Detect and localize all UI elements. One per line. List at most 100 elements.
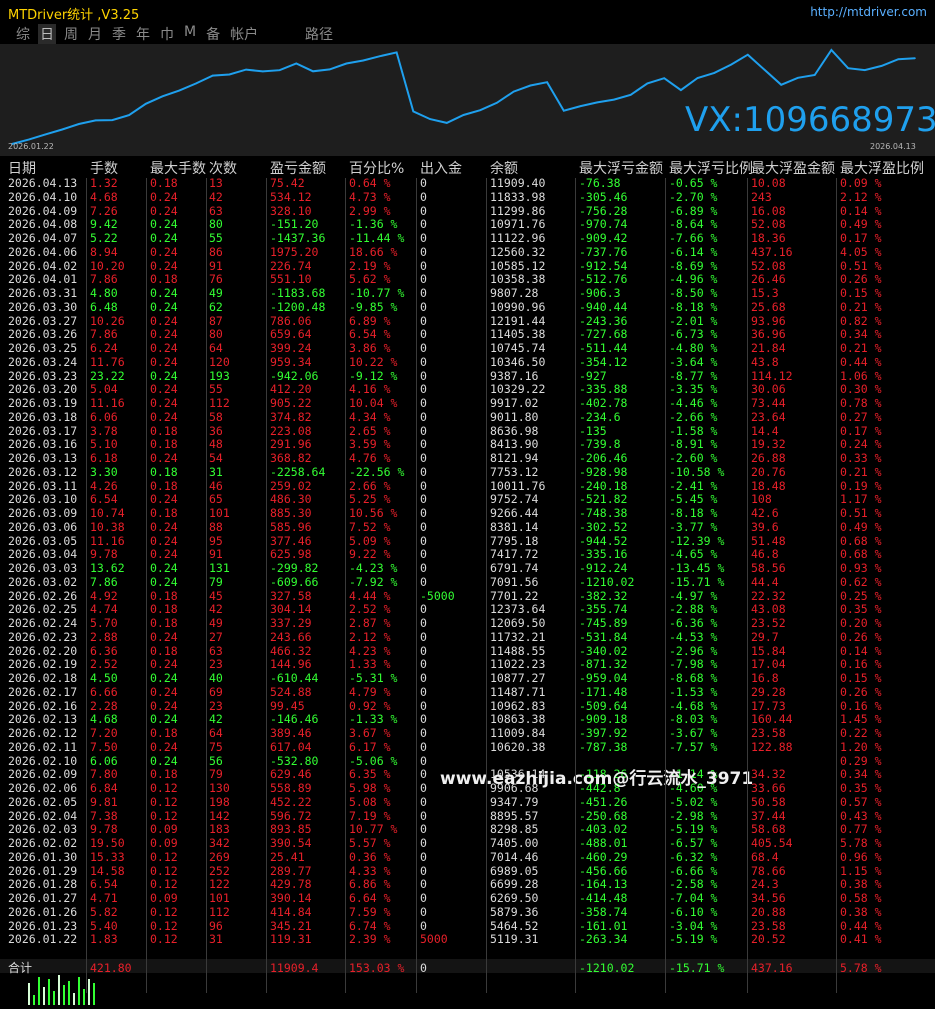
table-row[interactable]: 2026.03.03 13.62 0.24 131 -299.82 -4.23 % 0 679… <box>0 561 935 576</box>
table-row[interactable]: 2026.03.26 7.86 0.24 80 659.64 6.54 % 0 11405.3… <box>0 327 935 342</box>
table-cell: 42 <box>209 712 223 727</box>
table-row[interactable]: 2026.04.06 8.94 0.24 86 1975.20 18.66 % 0 12560… <box>0 245 935 260</box>
col-header[interactable]: 盈亏金额 <box>270 158 326 178</box>
tab-8[interactable]: 备 <box>204 24 222 44</box>
table-cell: 10990.96 <box>490 299 546 314</box>
table-cell: 289.77 <box>270 863 312 878</box>
table-row[interactable]: 2026.03.17 3.78 0.18 36 223.08 2.65 % 0 8636.98… <box>0 424 935 439</box>
table-row[interactable]: 2026.03.13 6.18 0.24 54 368.82 4.76 % 0 8121.94… <box>0 451 935 466</box>
table-row[interactable]: 2026.02.19 2.52 0.24 23 144.96 1.33 % 0 11022.2… <box>0 657 935 672</box>
table-row[interactable]: 2026.02.02 19.50 0.09 342 390.54 5.57 % 0 7405.… <box>0 836 935 851</box>
table-row[interactable]: 2026.03.25 6.24 0.24 64 399.24 3.86 % 0 10745.7… <box>0 341 935 356</box>
table-row[interactable]: 2026.03.11 4.26 0.18 46 259.02 2.66 % 0 10011.7… <box>0 478 935 494</box>
table-row[interactable]: 2026.02.04 7.38 0.12 142 596.72 7.19 % 0 8895.5… <box>0 809 935 824</box>
col-header[interactable]: 最大浮亏比例 <box>669 158 753 178</box>
table-row[interactable]: 2026.03.27 10.26 0.24 87 786.06 6.89 % 0 12191.… <box>0 314 935 329</box>
table-row[interactable]: 2026.04.09 7.26 0.24 63 328.10 2.99 % 0 11299.8… <box>0 204 935 219</box>
tab-2[interactable]: 周 <box>62 24 80 44</box>
col-header[interactable]: 最大浮盈比例 <box>840 158 924 178</box>
table-cell: 56 <box>209 753 223 768</box>
table-row[interactable]: 2026.04.08 9.42 0.24 80 -151.20 -1.36 % 0 10971… <box>0 217 935 232</box>
col-header[interactable]: 余额 <box>490 158 518 178</box>
table-cell: 0.24 <box>150 671 178 685</box>
table-row[interactable]: 2026.02.16 2.28 0.24 23 99.45 0.92 % 0 10962.83… <box>0 698 935 714</box>
table-row[interactable]: 2026.03.02 7.86 0.24 79 -609.66 -7.92 % 0 7091.… <box>0 575 935 590</box>
table-row[interactable]: 2026.01.27 4.71 0.09 101 390.14 6.64 % 0 6269.5… <box>0 891 935 906</box>
col-header[interactable]: 最大浮亏金额 <box>579 158 663 178</box>
col-header[interactable]: 次数 <box>209 158 237 178</box>
table-row[interactable]: 2026.02.13 4.68 0.24 42 -146.46 -1.33 % 0 10863… <box>0 712 935 727</box>
table-cell: 1.33 % <box>349 657 391 672</box>
table-cell: 5119.31 <box>490 932 539 947</box>
table-row[interactable]: 2026.03.30 6.48 0.24 62 -1200.48 -9.85 % 0 1099… <box>0 299 935 315</box>
table-cell: 0 <box>420 327 427 342</box>
col-header[interactable]: 日期 <box>8 158 36 178</box>
table-row[interactable]: 2026.03.09 10.74 0.18 101 885.30 10.56 % 0 9266… <box>0 506 935 521</box>
table-row[interactable]: 2026.02.26 4.92 0.18 45 327.58 4.44 % -5000 770… <box>0 589 935 604</box>
table-row[interactable]: 2026.03.12 3.30 0.18 31 -2258.64 -22.56 % 0 775… <box>0 464 935 480</box>
table-row[interactable]: 2026.02.03 9.78 0.09 183 893.85 10.77 % 0 8298.… <box>0 822 935 837</box>
table-row[interactable]: 2026.01.30 15.33 0.12 269 25.41 0.36 % 0 7014.4… <box>0 849 935 865</box>
table-cell: 0.18 <box>150 437 178 452</box>
table-row[interactable]: 2026.03.23 23.22 0.24 193 -942.06 -9.12 % 0 938… <box>0 369 935 384</box>
table-cell: -240.18 <box>579 478 628 493</box>
tab-4[interactable]: 季 <box>110 24 128 44</box>
website-link[interactable]: http://mtdriver.com <box>810 5 927 19</box>
table-row[interactable]: 2026.02.12 7.20 0.18 64 389.46 3.67 % 0 11009.8… <box>0 726 935 741</box>
col-header[interactable]: 最大浮盈金额 <box>751 158 835 178</box>
tab-0[interactable]: 综 <box>14 24 32 44</box>
table-row[interactable]: 2026.02.05 9.81 0.12 198 452.22 5.08 % 0 9347.7… <box>0 795 935 810</box>
table-row[interactable]: 2026.03.31 4.80 0.24 49 -1183.68 -10.77 % 0 980… <box>0 286 935 301</box>
table-row[interactable]: 2026.03.18 6.06 0.24 58 374.82 4.34 % 0 9011.80… <box>0 410 935 425</box>
tab-6[interactable]: 巾 <box>158 24 176 44</box>
table-row[interactable]: 2026.03.05 11.16 0.24 95 377.46 5.09 % 0 7795.1… <box>0 534 935 549</box>
table-cell: 269 <box>209 849 230 864</box>
table-row[interactable]: 2026.01.23 5.40 0.12 96 345.21 6.74 % 0 5464.52… <box>0 918 935 934</box>
col-header[interactable]: 最大手数 <box>150 158 206 178</box>
column-divider <box>486 178 487 993</box>
table-row[interactable]: 2026.04.01 7.86 0.18 76 551.10 5.62 % 0 10358.3… <box>0 272 935 287</box>
table-cell: 7.59 % <box>349 904 391 919</box>
table-row[interactable]: 2026.04.13 1.32 0.18 13 75.42 0.64 % 0 11909.40… <box>0 176 935 191</box>
table-row[interactable]: 2026.03.06 10.38 0.24 88 585.96 7.52 % 0 8381.1… <box>0 520 935 535</box>
table-row[interactable]: 2026.03.24 11.76 0.24 120 959.34 10.22 % 0 1034… <box>0 355 935 370</box>
table-cell: -4.68 % <box>669 698 718 713</box>
table-row[interactable]: 2026.02.25 4.74 0.18 42 304.14 2.52 % 0 12373.6… <box>0 602 935 617</box>
table-cell: 0 <box>420 258 427 273</box>
tab-7[interactable]: M <box>182 24 198 44</box>
table-row[interactable]: 2026.02.17 6.66 0.24 69 524.88 4.79 % 0 11487.7… <box>0 685 935 700</box>
table-cell: -6.66 % <box>669 863 718 878</box>
table-row[interactable]: 2026.02.24 5.70 0.18 49 337.29 2.87 % 0 12069.5… <box>0 616 935 631</box>
table-row[interactable]: 2026.03.04 9.78 0.24 91 625.98 9.22 % 0 7417.72… <box>0 547 935 562</box>
table-row[interactable]: 2026.03.20 5.04 0.24 55 412.20 4.16 % 0 10329.2… <box>0 382 935 397</box>
table-row[interactable]: 2026.04.10 4.68 0.24 42 534.12 4.73 % 0 11833.9… <box>0 190 935 205</box>
table-row[interactable]: 2026.02.23 2.88 0.24 27 243.66 2.12 % 0 11732.2… <box>0 630 935 645</box>
tab-9[interactable]: 帐户 <box>228 24 260 44</box>
col-header[interactable]: 手数 <box>90 158 118 178</box>
table-cell: 96 <box>209 918 223 933</box>
table-row[interactable]: 2026.04.07 5.22 0.24 55 -1437.36 -11.44 % 0 111… <box>0 231 935 246</box>
table-row[interactable]: 2026.03.19 11.16 0.24 112 905.22 10.04 % 0 9917… <box>0 396 935 411</box>
tab-1[interactable]: 日 <box>38 24 56 44</box>
table-cell: 2026.03.16 <box>8 437 78 452</box>
tab-3[interactable]: 月 <box>86 24 104 44</box>
table-row[interactable]: 2026.01.29 14.58 0.12 252 289.77 4.33 % 0 6989.… <box>0 863 935 879</box>
table-row[interactable]: 2026.02.11 7.50 0.24 75 617.04 6.17 % 0 10620.3… <box>0 740 935 755</box>
table-cell: 10329.22 <box>490 382 546 397</box>
table-row[interactable]: 2026.01.26 5.82 0.12 112 414.84 7.59 % 0 5879.3… <box>0 904 935 920</box>
table-cell: -10.58 % <box>669 464 725 479</box>
col-header[interactable]: 百分比% <box>349 158 404 178</box>
tab-5[interactable]: 年 <box>134 24 152 44</box>
table-row[interactable]: 2026.01.28 6.54 0.12 122 429.78 6.86 % 0 6699.2… <box>0 877 935 892</box>
table-row[interactable]: 2026.02.18 4.50 0.24 40 -610.44 -5.31 % 0 10877… <box>0 671 935 686</box>
table-row[interactable]: 2026.03.16 5.10 0.18 48 291.96 3.59 % 0 8413.90… <box>0 437 935 452</box>
col-header[interactable]: 出入金 <box>420 158 462 178</box>
table-cell: 99.45 <box>270 698 305 713</box>
path-button[interactable]: 路径 <box>305 24 333 44</box>
table-cell: 0.24 <box>150 712 178 727</box>
table-cell: 2026.03.30 <box>8 299 78 314</box>
table-row[interactable]: 2026.03.10 6.54 0.24 65 486.30 5.25 % 0 9752.74… <box>0 492 935 507</box>
table-row[interactable]: 2026.01.22 1.83 0.12 31 119.31 2.39 % 5000 5119… <box>0 932 935 947</box>
table-row[interactable]: 2026.02.20 6.36 0.18 63 466.32 4.23 % 0 11488.5… <box>0 644 935 659</box>
table-row[interactable]: 2026.04.02 10.20 0.24 91 226.74 2.19 % 0 10585.… <box>0 258 935 274</box>
